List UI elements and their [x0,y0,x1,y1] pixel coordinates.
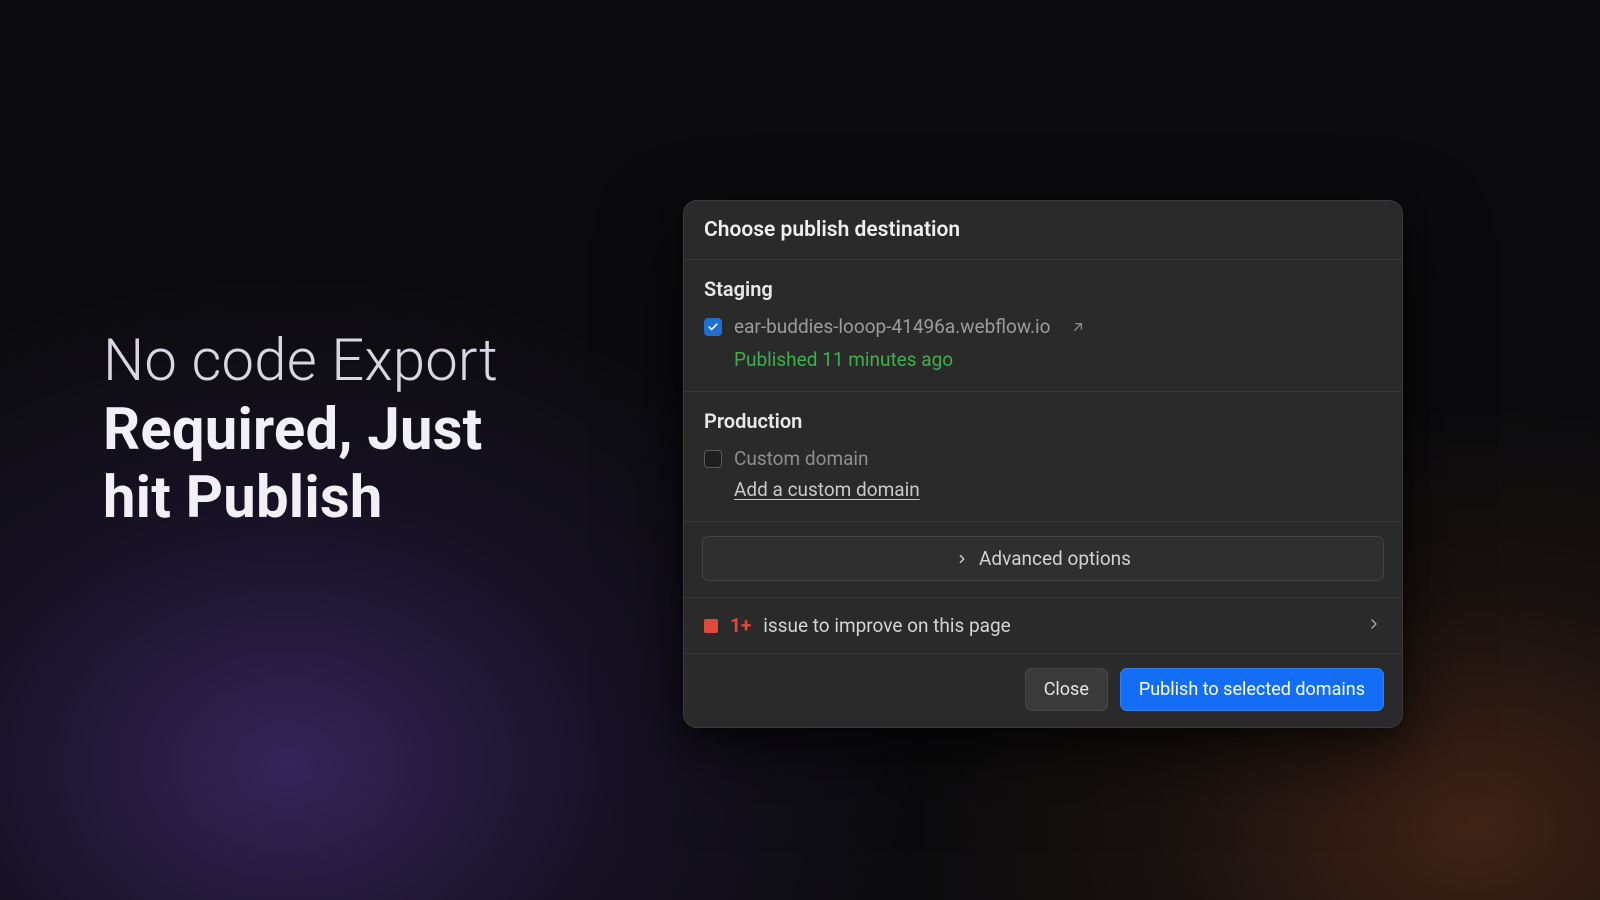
custom-domain-label: Custom domain [734,447,869,470]
close-button[interactable]: Close [1025,668,1108,711]
advanced-options-label: Advanced options [979,547,1131,570]
headline-line-2: Required, Just [103,399,498,462]
marketing-headline: No code Export Required, Just hit Publis… [103,330,498,530]
production-checkbox[interactable] [704,450,722,468]
production-section: Production Custom domain Add a custom do… [684,392,1402,522]
dialog-header: Choose publish destination [684,201,1402,260]
chevron-right-icon [1366,616,1382,636]
staging-section: Staging ear-buddies-looop-41496a.webflow… [684,260,1402,392]
production-label: Production [704,409,1382,433]
issue-indicator-icon [704,619,718,633]
headline-line-1: No code Export [103,330,498,393]
dialog-footer: Close Publish to selected domains [684,654,1402,727]
advanced-options-button[interactable]: Advanced options [702,536,1384,581]
staging-publish-status: Published 11 minutes ago [734,348,1382,371]
add-custom-domain-link[interactable]: Add a custom domain [734,478,920,501]
dialog-title: Choose publish destination [704,218,1382,242]
external-link-icon[interactable] [1070,319,1086,335]
staging-domain-name: ear-buddies-looop-41496a.webflow.io [734,315,1050,338]
advanced-options-wrap: Advanced options [684,522,1402,598]
issue-count: 1+ [730,614,751,637]
staging-label: Staging [704,277,1382,301]
issue-text: issue to improve on this page [763,614,1354,637]
chevron-right-icon [955,552,969,566]
staging-domain-row: ear-buddies-looop-41496a.webflow.io [704,315,1382,338]
production-domain-row: Custom domain [704,447,1382,470]
publish-button[interactable]: Publish to selected domains [1120,668,1384,711]
check-icon [707,321,719,333]
headline-line-3: hit Publish [103,467,498,530]
staging-checkbox[interactable] [704,318,722,336]
issues-row[interactable]: 1+ issue to improve on this page [684,598,1402,654]
publish-dialog: Choose publish destination Staging ear-b… [683,200,1403,728]
